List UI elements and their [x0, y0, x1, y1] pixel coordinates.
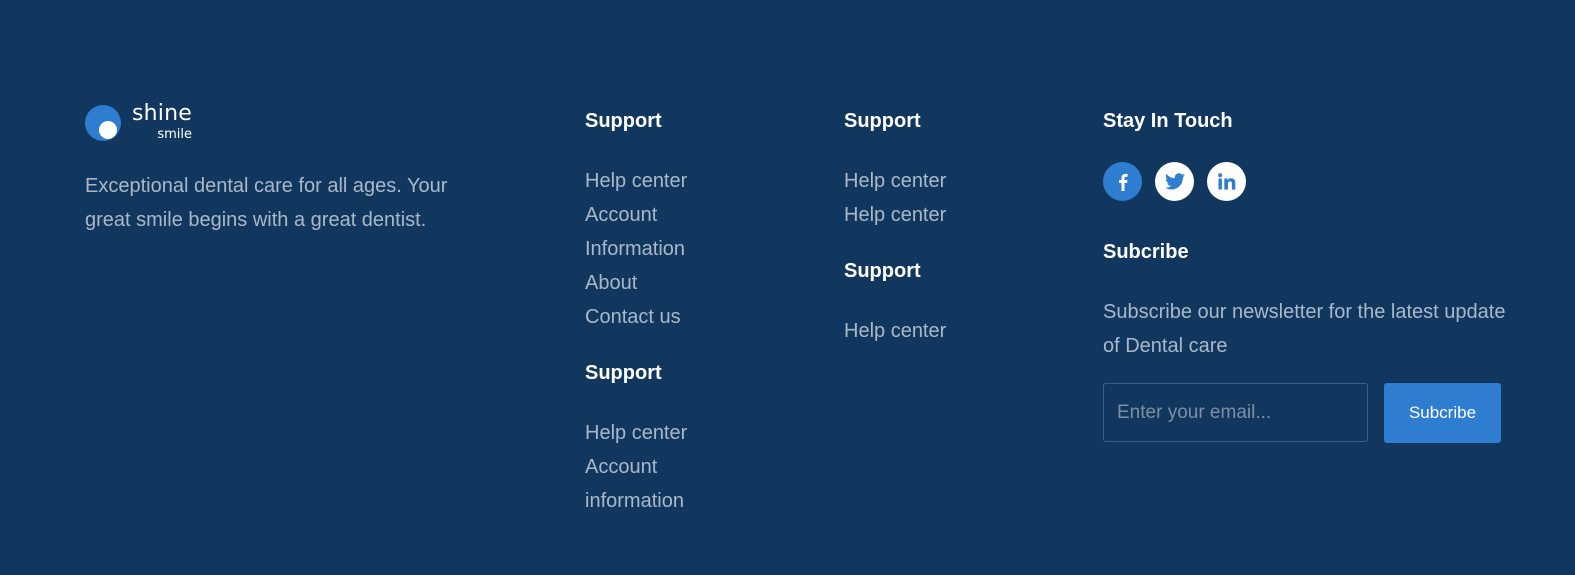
- link-group-heading: Support: [585, 110, 662, 132]
- logo-word: shine: [132, 101, 192, 126]
- link-list: Help center Account information: [585, 416, 687, 518]
- twitter-link[interactable]: [1155, 162, 1194, 201]
- contact-column: Stay In Touch Subcribe Subscribe our new…: [1103, 108, 1513, 443]
- link-list: Help center Help center: [844, 164, 946, 232]
- brand-section: shine smile Exceptional dental care for …: [85, 100, 505, 257]
- link-list: Help center: [844, 314, 946, 348]
- subscribe-heading: Subcribe: [1103, 241, 1189, 263]
- footer-link-help-center[interactable]: Help center: [585, 164, 687, 198]
- subscribe-form: Subcribe: [1103, 383, 1513, 443]
- link-group: Support Help center Account information: [585, 360, 687, 518]
- site-footer: shine smile Exceptional dental care for …: [0, 0, 1575, 575]
- footer-link-contact-us[interactable]: Contact us: [585, 300, 687, 334]
- link-group-heading: Support: [585, 362, 662, 384]
- social-links: [1103, 162, 1513, 201]
- logo-subword: smile: [157, 127, 192, 142]
- link-group-heading: Support: [844, 110, 921, 132]
- link-group: Support Help center Help center: [844, 108, 946, 232]
- subscribe-description: Subscribe our newsletter for the latest …: [1103, 301, 1506, 357]
- linkedin-link[interactable]: [1207, 162, 1246, 201]
- footer-link-about[interactable]: About: [585, 266, 687, 300]
- footer-link-account[interactable]: Account: [585, 198, 687, 232]
- stay-in-touch-heading: Stay In Touch: [1103, 110, 1233, 132]
- subscribe-button[interactable]: Subcribe: [1384, 383, 1501, 443]
- footer-link-account[interactable]: Account: [585, 450, 687, 484]
- facebook-link[interactable]: [1103, 162, 1142, 201]
- footer-link-information[interactable]: information: [585, 484, 687, 518]
- footer-link-help-center[interactable]: Help center: [585, 416, 687, 450]
- brand-description: Exceptional dental care for all ages. Yo…: [85, 175, 448, 231]
- footer-links-column-1: Support Help center Account Information …: [585, 108, 687, 518]
- footer-link-help-center[interactable]: Help center: [844, 198, 946, 232]
- logo[interactable]: shine smile: [85, 100, 505, 144]
- facebook-icon: [1118, 173, 1128, 191]
- linkedin-icon: [1217, 173, 1235, 190]
- twitter-icon: [1164, 173, 1185, 190]
- link-group: Support Help center Account Information …: [585, 108, 687, 334]
- footer-link-help-center[interactable]: Help center: [844, 164, 946, 198]
- logo-mark-icon: [85, 105, 121, 141]
- link-list: Help center Account Information About Co…: [585, 164, 687, 334]
- footer-link-help-center[interactable]: Help center: [844, 314, 946, 348]
- logo-text: shine smile: [132, 101, 192, 142]
- link-group-heading: Support: [844, 260, 921, 282]
- footer-link-information[interactable]: Information: [585, 232, 687, 266]
- email-input[interactable]: [1103, 383, 1368, 442]
- footer-links-column-2: Support Help center Help center Support …: [844, 108, 946, 348]
- link-group: Support Help center: [844, 258, 946, 348]
